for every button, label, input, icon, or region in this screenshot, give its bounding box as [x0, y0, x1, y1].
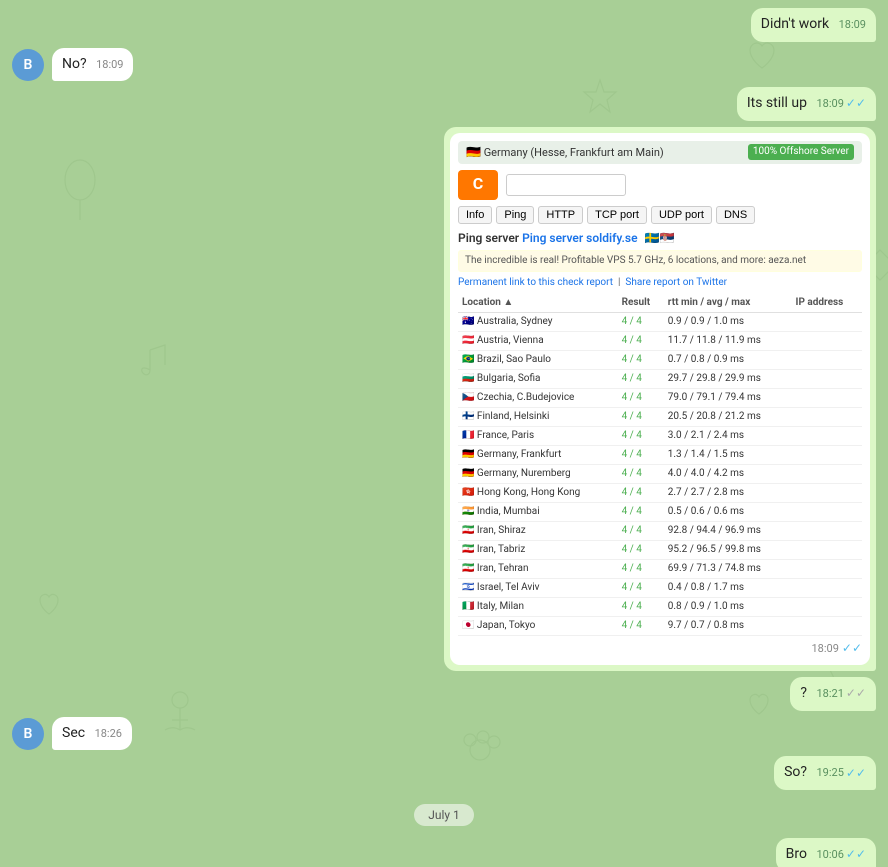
embed-promo: The incredible is real! Profitable VPS 5… — [458, 250, 862, 272]
table-row: 🇧🇬 Bulgaria, Sofia4 / 429.7 / 29.8 / 29.… — [458, 370, 862, 389]
embed-input-area — [506, 174, 626, 196]
embed-logo-row: C — [458, 170, 862, 200]
embed-ping-link[interactable]: Ping server soldify.se — [522, 231, 637, 245]
message-row-embed: 🇩🇪 Germany (Hesse, Frankfurt am Main) 10… — [12, 127, 876, 671]
embed-permalink-link[interactable]: Permanent link to this check report — [458, 277, 613, 288]
table-row: 🇮🇱 Israel, Tel Aviv4 / 40.4 / 0.8 / 1.7 … — [458, 579, 862, 598]
read-receipt-icon: ✓✓ — [846, 846, 866, 863]
embed-share-link[interactable]: Share report on Twitter — [625, 277, 727, 288]
message-text: So? — [784, 764, 807, 780]
message-meta: 18:21 ✓✓ — [816, 685, 866, 702]
col-location: Location ▲ — [458, 294, 618, 313]
message-time: 19:25 — [816, 765, 843, 780]
embed-timestamp: 18:09 ✓✓ — [458, 640, 862, 657]
message-text: ? — [800, 685, 807, 701]
date-pill: July 1 — [414, 804, 474, 826]
embed-dns-btn[interactable]: DNS — [716, 206, 755, 224]
message-row: B No? 18:09 — [12, 48, 876, 82]
table-row: 🇫🇷 France, Paris4 / 43.0 / 2.1 / 2.4 ms — [458, 427, 862, 446]
message-text: Didn't work — [761, 16, 829, 32]
message-meta: 18:09 — [839, 17, 866, 32]
message-row: Didn't work 18:09 — [12, 8, 876, 42]
table-row: 🇩🇪 Germany, Frankfurt4 / 41.3 / 1.4 / 1.… — [458, 446, 862, 465]
embed-country: 🇩🇪 Germany (Hesse, Frankfurt am Main) — [466, 144, 664, 161]
embed-ping-table: Location ▲ Result rtt min / avg / max IP… — [458, 294, 862, 636]
message-bubble-embed: 🇩🇪 Germany (Hesse, Frankfurt am Main) 10… — [444, 127, 876, 671]
message-bubble: Bro 10:06 ✓✓ — [776, 838, 876, 867]
message-text: Sec — [62, 725, 85, 741]
table-row: 🇮🇷 Iran, Shiraz4 / 492.8 / 94.4 / 96.9 m… — [458, 522, 862, 541]
message-bubble: No? 18:09 — [52, 48, 133, 82]
table-row: 🇨🇿 Czechia, C.Budejovice4 / 479.0 / 79.1… — [458, 389, 862, 408]
col-rtt: rtt min / avg / max — [664, 294, 792, 313]
table-row: 🇦🇺 Australia, Sydney4 / 40.9 / 0.9 / 1.0… — [458, 313, 862, 332]
embed-logo: C — [458, 170, 498, 200]
embed-info-btn[interactable]: Info — [458, 206, 492, 224]
server-badge: 100% Offshore Server — [748, 144, 854, 160]
message-bubble: Its still up 18:09 ✓✓ — [737, 87, 876, 121]
chat-messages-container: Didn't work 18:09 B No? 18:09 Its still … — [0, 0, 888, 867]
message-bubble: So? 19:25 ✓✓ — [774, 756, 876, 790]
embed-time-text: 18:09 — [811, 641, 838, 656]
embed-country-bar: 🇩🇪 Germany (Hesse, Frankfurt am Main) 10… — [458, 141, 862, 164]
read-receipt-icon: ✓✓ — [846, 685, 866, 702]
message-text: No? — [62, 56, 87, 72]
embed-ping-title: Ping server Ping server soldify.se 🇸🇪🇷🇸 — [458, 230, 862, 247]
message-time: 10:06 — [816, 847, 843, 862]
col-result: Result — [618, 294, 664, 313]
message-time: 18:09 — [96, 57, 123, 72]
date-text: July 1 — [428, 808, 460, 822]
embed-ping-btn[interactable]: Ping — [496, 206, 534, 224]
message-time: 18:09 — [816, 96, 843, 111]
date-separator: July 1 — [12, 804, 876, 826]
message-row: Bro 10:06 ✓✓ — [12, 838, 876, 867]
table-row: 🇦🇹 Austria, Vienna4 / 411.7 / 11.8 / 11.… — [458, 332, 862, 351]
col-ip: IP address — [792, 294, 862, 313]
message-meta: 18:09 — [96, 57, 123, 72]
message-meta: 19:25 ✓✓ — [816, 765, 866, 782]
table-row: 🇮🇷 Iran, Tehran4 / 469.9 / 71.3 / 74.8 m… — [458, 560, 862, 579]
message-row: ? 18:21 ✓✓ — [12, 677, 876, 711]
table-row: 🇮🇳 India, Mumbai4 / 40.5 / 0.6 / 0.6 ms — [458, 503, 862, 522]
table-row: 🇫🇮 Finland, Helsinki4 / 420.5 / 20.8 / 2… — [458, 408, 862, 427]
read-receipt-icon: ✓✓ — [846, 95, 866, 112]
message-time: 18:21 — [816, 686, 843, 701]
ping-embed: 🇩🇪 Germany (Hesse, Frankfurt am Main) 10… — [450, 133, 870, 665]
embed-subtitle: Permanent link to this check report | Sh… — [458, 276, 862, 290]
table-row: 🇩🇪 Germany, Nuremberg4 / 44.0 / 4.0 / 4.… — [458, 465, 862, 484]
table-row: 🇯🇵 Japan, Tokyo4 / 49.7 / 0.7 / 0.8 ms — [458, 617, 862, 636]
table-row: 🇭🇰 Hong Kong, Hong Kong4 / 42.7 / 2.7 / … — [458, 484, 862, 503]
message-text: Its still up — [747, 95, 807, 111]
avatar: B — [12, 718, 44, 750]
message-meta: 10:06 ✓✓ — [816, 846, 866, 863]
embed-read-receipt: ✓✓ — [842, 640, 862, 657]
message-bubble: ? 18:21 ✓✓ — [790, 677, 876, 711]
table-row: 🇧🇷 Brazil, Sao Paulo4 / 40.7 / 0.8 / 0.9… — [458, 351, 862, 370]
message-row: B Sec 18:26 — [12, 717, 876, 751]
table-row: 🇮🇷 Iran, Tabriz4 / 495.2 / 96.5 / 99.8 m… — [458, 541, 862, 560]
embed-http-btn[interactable]: HTTP — [538, 206, 583, 224]
message-bubble: Didn't work 18:09 — [751, 8, 876, 42]
message-text: Bro — [786, 846, 807, 862]
message-time: 18:26 — [95, 726, 122, 741]
message-meta: 18:26 — [95, 726, 122, 741]
avatar: B — [12, 49, 44, 81]
embed-udp-btn[interactable]: UDP port — [651, 206, 712, 224]
message-row: Its still up 18:09 ✓✓ — [12, 87, 876, 121]
message-time: 18:09 — [839, 17, 866, 32]
read-receipt-icon: ✓✓ — [846, 765, 866, 782]
message-meta: 18:09 ✓✓ — [816, 95, 866, 112]
embed-tcp-btn[interactable]: TCP port — [587, 206, 647, 224]
embed-input[interactable] — [506, 174, 626, 196]
embed-btn-row: Info Ping HTTP TCP port UDP port DNS — [458, 206, 862, 224]
message-bubble: Sec 18:26 — [52, 717, 132, 751]
table-row: 🇮🇹 Italy, Milan4 / 40.8 / 0.9 / 1.0 ms — [458, 598, 862, 617]
message-row: So? 19:25 ✓✓ — [12, 756, 876, 790]
